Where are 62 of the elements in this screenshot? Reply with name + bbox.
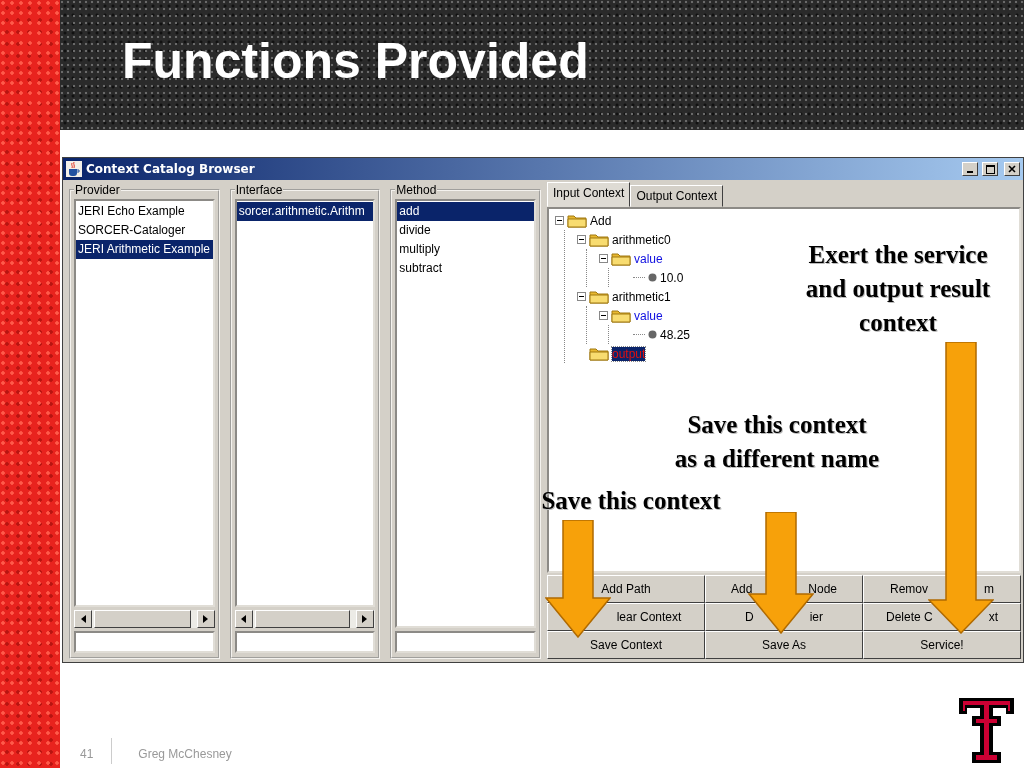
list-item[interactable]: JERI Arithmetic Example	[76, 240, 213, 259]
author-name: Greg McChesney	[138, 747, 233, 763]
maximize-icon	[985, 164, 995, 174]
tree-node[interactable]: 10.0	[660, 270, 684, 285]
scrollbar[interactable]	[234, 610, 376, 628]
tree-node[interactable]: Add	[590, 213, 612, 228]
dot-icon	[648, 330, 657, 339]
folder-icon	[611, 308, 631, 323]
tree-node[interactable]: value	[634, 251, 663, 266]
double-t-logo	[958, 697, 1015, 764]
close-icon	[1008, 165, 1016, 173]
list-item[interactable]: divide	[397, 221, 534, 240]
input-field[interactable]	[234, 631, 376, 653]
panel-title: Method	[395, 183, 438, 197]
left-arrow-icon	[80, 615, 86, 623]
right-arrow-icon	[362, 615, 367, 623]
tab[interactable]: Output Context	[630, 185, 724, 207]
collapse-icon[interactable]	[577, 292, 586, 301]
window-title: Context Catalog Browser	[86, 162, 256, 176]
list-item[interactable]: JERI Echo Example	[76, 202, 213, 221]
list-box[interactable]: add divide multiply subtract	[395, 199, 536, 628]
panel-title: Provider	[74, 183, 121, 197]
list-box[interactable]: JERI Echo Example SORCER-Cataloger JERI Arithmetic Example	[74, 199, 215, 607]
tree-node[interactable]: arithmetic1	[612, 289, 671, 304]
page-number: 41	[80, 747, 94, 763]
folder-icon	[567, 213, 587, 228]
list-item[interactable]: multiply	[397, 240, 534, 259]
list-item[interactable]: subtract	[397, 259, 534, 278]
slide-title: Functions Provided	[122, 32, 589, 90]
dot-icon	[648, 273, 657, 282]
list-item[interactable]: sorcer.arithmetic.Arithm	[236, 202, 374, 221]
action-button[interactable]: Service!	[863, 631, 1021, 659]
folder-icon	[589, 346, 609, 361]
annotation: Save this context as a different name	[674, 410, 880, 474]
folder-icon	[611, 251, 631, 266]
minimize-button[interactable]	[962, 162, 978, 176]
tab[interactable]: Input Context	[547, 182, 631, 207]
scrollbar[interactable]	[74, 610, 215, 628]
list-item[interactable]: add	[397, 202, 534, 221]
list-box[interactable]: sorcer.arithmetic.Arithm	[234, 199, 376, 607]
cup-icon	[66, 161, 82, 177]
annotation: Save this context	[541, 486, 721, 516]
collapse-icon[interactable]	[577, 235, 586, 244]
input-field[interactable]	[74, 631, 215, 653]
annotation: Exert the service and output result context	[805, 240, 991, 338]
folder-icon	[589, 232, 609, 247]
action-button[interactable]: Save As	[705, 631, 863, 659]
tree-node[interactable]: value	[634, 308, 663, 323]
collapse-icon[interactable]	[555, 216, 564, 225]
close-button[interactable]	[1004, 162, 1020, 176]
right-arrow-icon	[203, 615, 209, 623]
action-button[interactable]: Save Context	[547, 631, 705, 659]
left-arrow-icon	[241, 615, 247, 623]
list-item[interactable]: SORCER-Cataloger	[76, 221, 213, 240]
collapse-icon[interactable]	[599, 311, 608, 320]
tree-node[interactable]: arithmetic0	[612, 232, 671, 247]
maximize-button[interactable]	[982, 162, 998, 176]
collapse-icon[interactable]	[599, 254, 608, 263]
panel-title: Interface	[234, 183, 284, 197]
input-field[interactable]	[395, 631, 536, 653]
folder-icon	[589, 289, 609, 304]
tree-node[interactable]: 48.25	[660, 327, 691, 342]
